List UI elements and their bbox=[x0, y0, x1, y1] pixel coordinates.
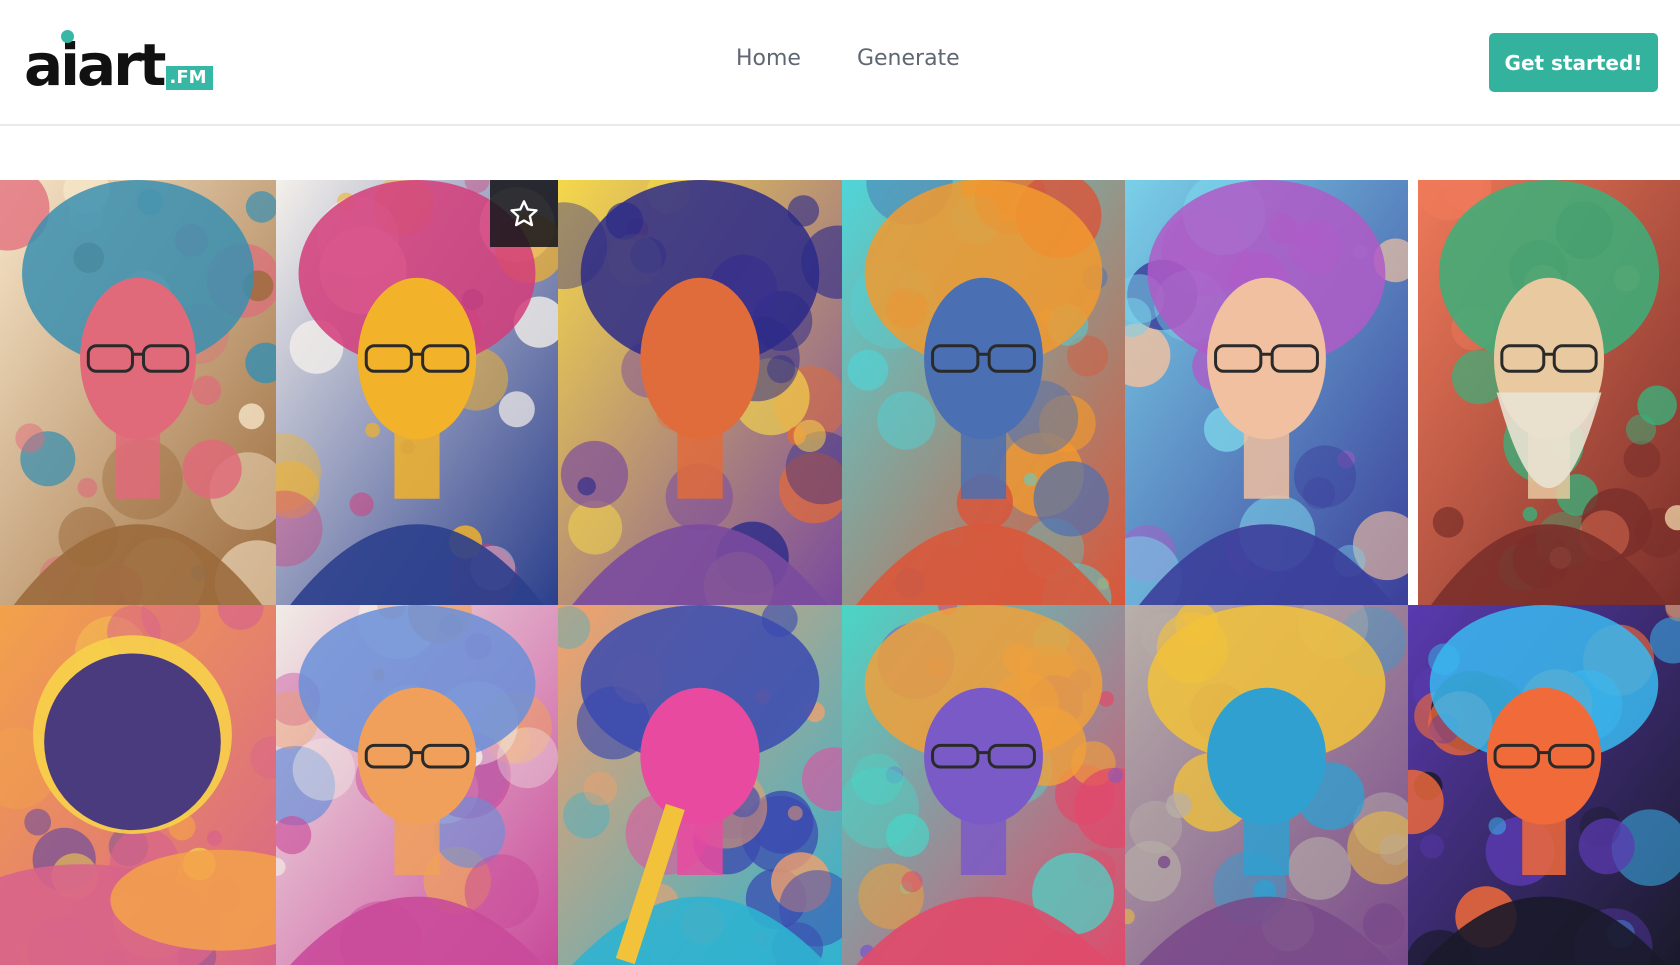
gallery-image-portrait-man-glasses-curly-hair[interactable] bbox=[0, 180, 276, 605]
gallery-image-portrait-hooded-figure[interactable] bbox=[1125, 605, 1408, 965]
gallery-image-portrait-flower-head-profile[interactable] bbox=[842, 605, 1125, 965]
artwork-portrait-man-white-hair bbox=[1125, 180, 1408, 605]
gallery-image-portrait-floral-head[interactable] bbox=[276, 605, 558, 965]
artwork-portrait-man-afro bbox=[558, 180, 842, 605]
artwork-portrait-man-orange-hair bbox=[842, 180, 1125, 605]
star-outline-icon bbox=[510, 199, 538, 226]
gallery-image-portrait-man-white-hair[interactable] bbox=[1125, 180, 1408, 605]
get-started-button[interactable]: Get started! bbox=[1489, 33, 1658, 92]
gallery-image-portrait-old-man-beard[interactable] bbox=[1418, 180, 1680, 605]
image-gallery bbox=[0, 180, 1680, 965]
favorite-button[interactable] bbox=[490, 180, 558, 247]
artwork-portrait-floral-head bbox=[276, 605, 558, 965]
site-header: aiart .FM Home Generate Get started! bbox=[0, 0, 1680, 126]
artwork-guitarist-blue-skin bbox=[558, 605, 842, 965]
site-logo[interactable]: aiart .FM bbox=[24, 30, 213, 99]
nav-home-link[interactable]: Home bbox=[736, 46, 801, 71]
logo-suffix-badge: .FM bbox=[165, 66, 213, 90]
artwork-portrait-hooded-figure bbox=[1125, 605, 1408, 965]
logo-wordmark: aiart bbox=[24, 31, 166, 99]
logo-dot-icon bbox=[61, 30, 74, 43]
nav-generate-link[interactable]: Generate bbox=[857, 46, 960, 71]
artwork-portrait-man-blue-fire-hair bbox=[1408, 605, 1680, 965]
gallery-image-portrait-man-orange-hair[interactable] bbox=[842, 180, 1125, 605]
gallery-image-portrait-man-afro[interactable] bbox=[558, 180, 842, 605]
gallery-image-eclipse-planet-clouds[interactable] bbox=[0, 605, 276, 965]
artwork-portrait-man-glasses-curly-hair bbox=[0, 180, 276, 605]
main-nav: Home Generate bbox=[736, 46, 960, 71]
gallery-image-portrait-man-blue-fire-hair[interactable] bbox=[1408, 605, 1680, 965]
gallery-image-guitarist-blue-skin[interactable] bbox=[558, 605, 842, 965]
artwork-portrait-flower-head-profile bbox=[842, 605, 1125, 965]
artwork-portrait-old-man-beard bbox=[1418, 180, 1680, 605]
artwork-eclipse-planet-clouds bbox=[0, 605, 276, 965]
